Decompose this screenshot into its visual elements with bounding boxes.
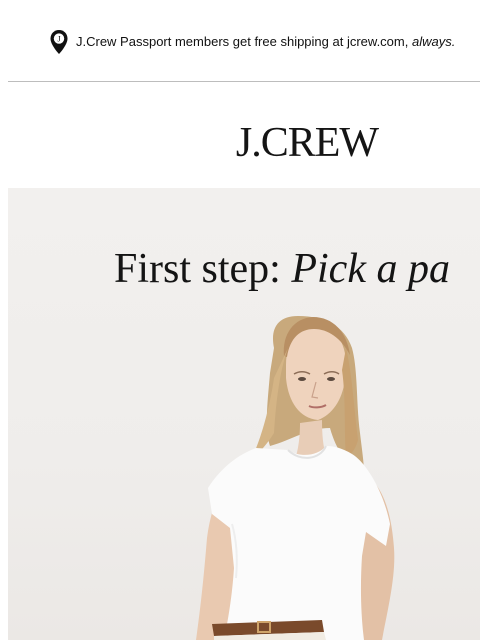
hero-heading: First step: Pick a pa — [114, 244, 450, 294]
location-pin-icon: J — [50, 30, 68, 54]
shipping-message-text: J.Crew Passport members get free shippin… — [76, 34, 412, 49]
hero-heading-prefix: First step: — [114, 246, 292, 292]
hero-banner[interactable]: First step: Pick a pa — [8, 188, 480, 640]
shipping-message-emphasis: always. — [411, 34, 456, 49]
hero-heading-italic: Pick a pa — [291, 246, 450, 292]
shipping-message[interactable]: J.Crew Passport members get free shippin… — [76, 34, 455, 50]
shipping-banner[interactable]: J J.Crew Passport members get free shipp… — [0, 0, 480, 80]
svg-text:J: J — [57, 35, 60, 44]
jcrew-logo[interactable]: J.CREW — [0, 118, 480, 168]
header-divider — [8, 81, 480, 82]
